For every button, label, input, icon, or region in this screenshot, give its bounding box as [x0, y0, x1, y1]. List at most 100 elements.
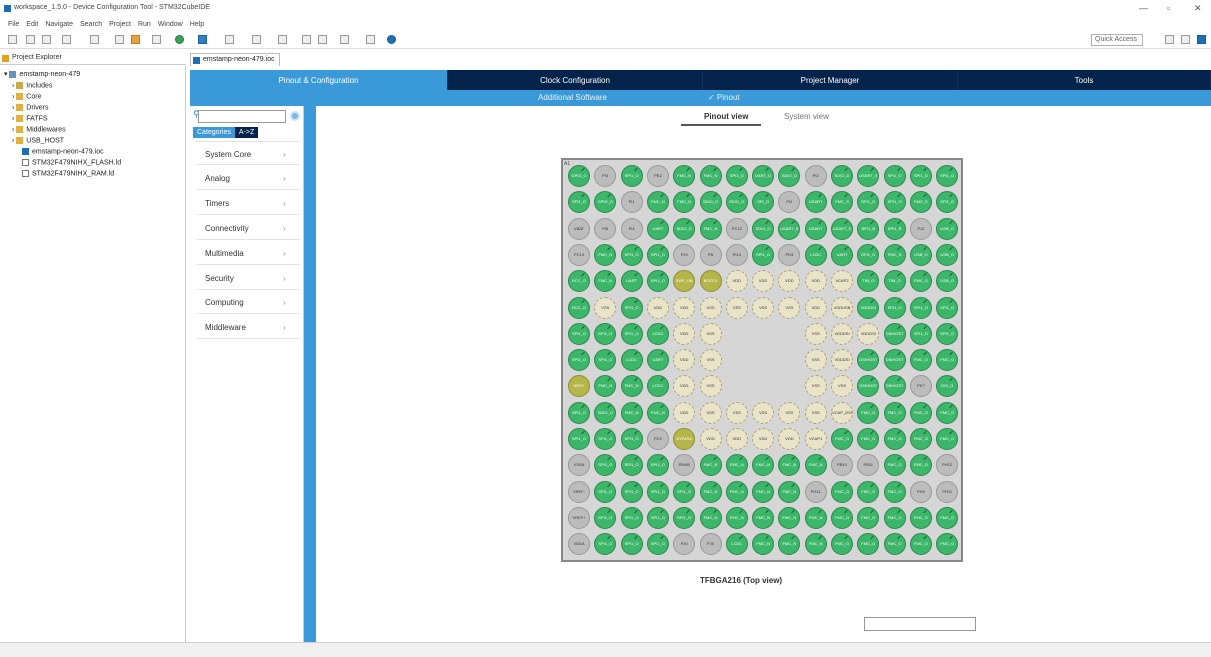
pin[interactable]: SPI1_O — [883, 191, 906, 214]
menu-file[interactable]: File — [8, 18, 19, 31]
pin[interactable]: FMC_N — [752, 506, 775, 529]
pin[interactable]: FMC_N — [778, 454, 801, 477]
pin[interactable]: SPI1_O — [725, 165, 748, 187]
minimize-icon[interactable]: — — [1139, 3, 1148, 13]
pin[interactable]: SPI1_O — [646, 506, 669, 529]
pin[interactable]: SWP_DB — [673, 270, 696, 293]
pin[interactable]: PJ3 — [673, 243, 696, 266]
open-perspective-icon[interactable] — [366, 35, 375, 44]
category-multimedia[interactable]: Multimedia — [205, 249, 244, 258]
pin[interactable]: SDIO_D — [831, 165, 853, 187]
category-middleware[interactable]: Middleware — [205, 323, 246, 332]
pin[interactable]: TIM_O — [883, 270, 906, 293]
pin[interactable]: VSS — [752, 401, 775, 424]
pin[interactable]: PC12 — [725, 217, 748, 240]
pin[interactable]: VSS — [725, 401, 748, 424]
pin[interactable]: FMC_O — [857, 401, 880, 424]
pin[interactable]: VDDDSI — [857, 296, 880, 319]
debug-icon[interactable] — [152, 35, 161, 44]
tab-pinout-view[interactable]: Pinout view — [704, 112, 748, 121]
pin[interactable]: LCDC — [725, 533, 748, 556]
pin[interactable]: PI2 — [804, 165, 827, 187]
pin[interactable]: RCC_O — [568, 270, 590, 293]
pin[interactable]: UART_O — [752, 165, 775, 187]
pin[interactable]: SPI1_O — [936, 165, 959, 187]
pin[interactable]: PG11 — [804, 480, 827, 503]
pin[interactable]: SPI1_O — [646, 533, 669, 556]
category-timers[interactable]: Timers — [205, 199, 229, 208]
forward-icon[interactable] — [318, 35, 327, 44]
pin[interactable]: SPI1_O — [936, 296, 959, 319]
pin[interactable]: BOOT0 — [699, 270, 722, 293]
build-icon[interactable] — [62, 35, 71, 44]
pin[interactable]: BYPASS — [673, 428, 696, 450]
pin[interactable]: SPI1_O — [883, 165, 906, 187]
pin[interactable]: VDD — [752, 428, 775, 450]
pin[interactable]: USART_S — [857, 165, 880, 187]
pin[interactable]: SPI1_O — [620, 322, 643, 345]
pin[interactable]: SPI1_O — [673, 480, 696, 503]
tab-clock-configuration[interactable]: Clock Configuration — [448, 70, 703, 90]
pin[interactable]: FMC_S — [831, 191, 853, 214]
pin[interactable]: SPI1_O — [646, 454, 669, 477]
annotation-icon[interactable] — [252, 35, 261, 44]
pin[interactable]: FMC_O — [857, 533, 880, 556]
pin[interactable]: SPI1_O — [620, 533, 643, 556]
pin[interactable]: VDD — [778, 428, 801, 450]
pin[interactable]: SPI1_O — [568, 428, 590, 450]
editor-tab-ioc[interactable]: emstamp-neon-479.ioc — [190, 53, 280, 66]
new-icon[interactable] — [8, 35, 17, 44]
pin[interactable]: NRST — [568, 375, 590, 398]
menu-help[interactable]: Help — [190, 18, 204, 31]
external-tools-icon[interactable] — [198, 35, 207, 44]
pin[interactable]: VSS — [804, 375, 827, 398]
panel-splitter[interactable] — [304, 106, 316, 642]
prev-annotation-icon[interactable] — [278, 35, 287, 44]
pin[interactable]: FMC_N — [646, 401, 669, 424]
pin[interactable]: PI4 — [620, 217, 643, 240]
nav-icon[interactable] — [340, 35, 349, 44]
pin[interactable]: FMC_N — [594, 243, 617, 266]
tree-item-includes[interactable]: › Includes — [12, 82, 52, 89]
pin[interactable]: VDD — [725, 270, 748, 293]
pin[interactable]: SPI1_O — [594, 349, 617, 372]
pin[interactable]: FMC_N — [804, 506, 827, 529]
tab-a-z[interactable]: A->Z — [234, 127, 259, 138]
pin[interactable]: SPI1_O — [620, 428, 643, 450]
pin[interactable]: PJ0 — [699, 533, 722, 556]
pin[interactable]: VDDDSI — [831, 322, 853, 345]
menu-search[interactable]: Search — [80, 18, 102, 31]
category-system-core[interactable]: System Core — [205, 150, 251, 159]
pin[interactable]: VCAP_DSI — [831, 401, 853, 424]
pin[interactable]: PH12 — [936, 454, 959, 477]
pin[interactable]: FMC_O — [831, 428, 853, 450]
pin[interactable]: FMC_O — [883, 454, 906, 477]
pin[interactable]: FMC_S — [909, 191, 932, 214]
pin[interactable]: PJ2 — [909, 217, 932, 240]
pin[interactable]: PB11 — [857, 454, 880, 477]
pin[interactable]: SPI1_O — [620, 454, 643, 477]
pin[interactable]: FMC_N — [778, 480, 801, 503]
pin[interactable]: VSS — [778, 296, 801, 319]
pin[interactable]: FMC_O — [909, 533, 932, 556]
pin[interactable]: SPI1_O — [646, 480, 669, 503]
pin[interactable]: VSS — [804, 401, 827, 424]
pin[interactable]: FMC_O — [909, 401, 932, 424]
pin[interactable]: VSS — [804, 349, 827, 372]
pin[interactable]: FMC_O — [883, 401, 906, 424]
pin[interactable]: VDD — [804, 296, 827, 319]
pin[interactable]: FMC_O — [909, 454, 932, 477]
tab-tools[interactable]: Tools — [958, 70, 1211, 90]
pin[interactable]: UART — [646, 349, 669, 372]
pin[interactable]: SDIO_O — [673, 217, 696, 240]
pin[interactable]: VSS — [752, 296, 775, 319]
pin[interactable]: SPI1_O — [620, 165, 643, 187]
pin[interactable]: LCDC — [646, 375, 669, 398]
pin[interactable]: SPI1_O — [673, 506, 696, 529]
pin[interactable]: VCAP1 — [804, 428, 827, 450]
pin[interactable]: VDDDSI — [857, 322, 880, 345]
pin[interactable]: VSS — [699, 401, 722, 424]
pin[interactable]: FMC_O — [883, 506, 906, 529]
pin[interactable]: FMC_O — [936, 428, 959, 450]
pin[interactable]: VSS — [699, 375, 722, 398]
